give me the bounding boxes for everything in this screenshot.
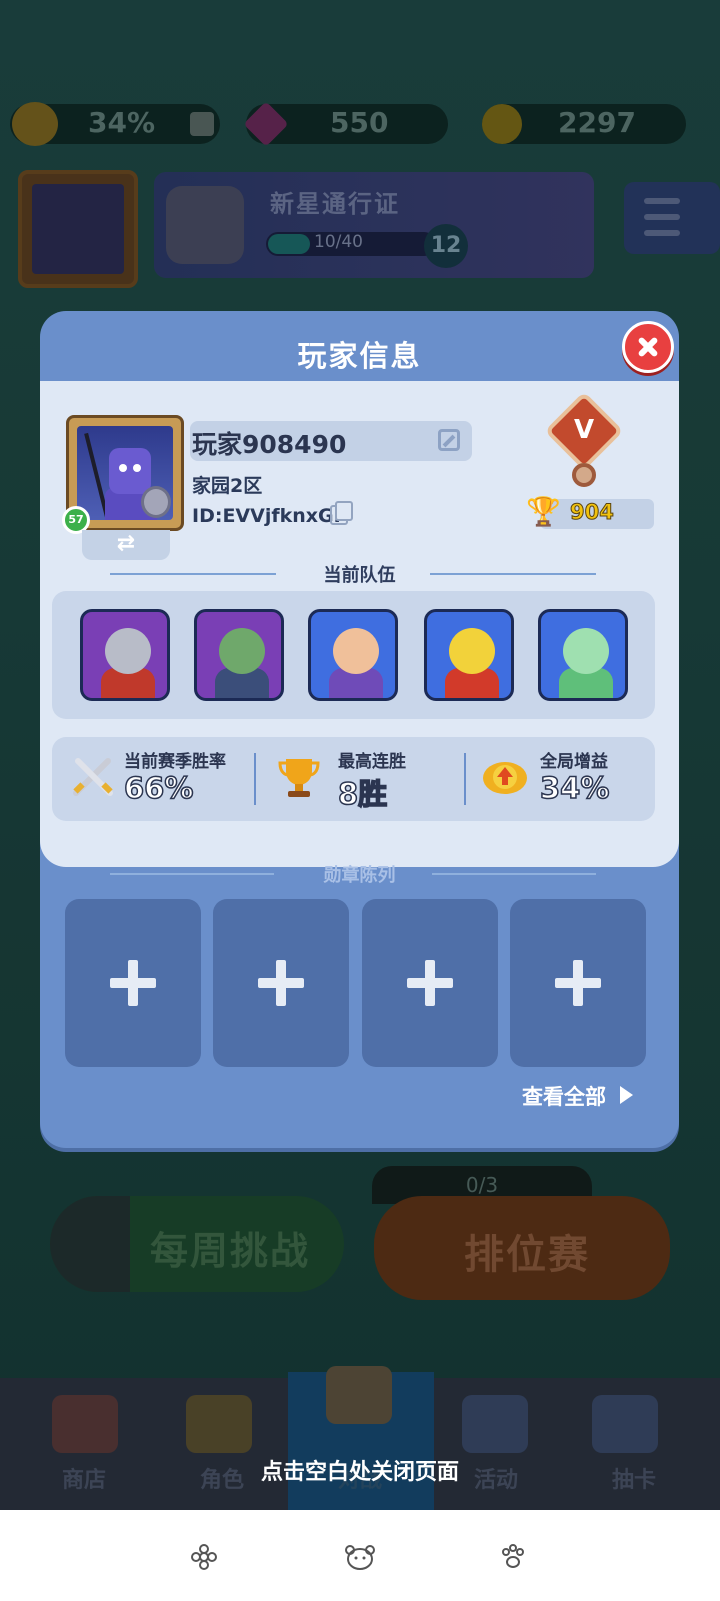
divider bbox=[430, 573, 596, 575]
plus-icon bbox=[258, 960, 304, 1006]
win-rate-value: 66% bbox=[123, 770, 194, 806]
system-nav-bar bbox=[0, 1510, 720, 1601]
arrow-right-icon[interactable] bbox=[620, 1086, 633, 1104]
hero-slot-4[interactable] bbox=[424, 609, 514, 701]
tap-to-close-hint: 点击空白处关闭页面 bbox=[260, 1460, 459, 1485]
plus-icon bbox=[555, 960, 601, 1006]
close-button[interactable] bbox=[622, 321, 674, 373]
player-info-dialog: 玩家信息 57 ⇄ 玩家908490 家园2区 ID:EVVjfknxGF V … bbox=[40, 311, 679, 1148]
max-streak-value: 8胜 bbox=[337, 776, 388, 812]
swords-icon bbox=[73, 758, 113, 796]
win-rate-label: 当前赛季胜率 bbox=[124, 752, 226, 772]
plus-icon bbox=[407, 960, 453, 1006]
medal-slot-2[interactable] bbox=[213, 899, 349, 1067]
edit-name-icon[interactable] bbox=[438, 429, 460, 451]
hero-slot-5[interactable] bbox=[538, 609, 628, 701]
flower-icon[interactable] bbox=[191, 1544, 217, 1570]
medal-slot-4[interactable] bbox=[510, 899, 646, 1067]
medal-slot-3[interactable] bbox=[362, 899, 498, 1067]
player-id: ID:EVVjfknxGF bbox=[192, 505, 347, 527]
bear-home-icon[interactable] bbox=[344, 1544, 376, 1570]
boost-icon bbox=[483, 762, 527, 794]
hero-slot-2[interactable] bbox=[194, 609, 284, 701]
hero-slot-1[interactable] bbox=[80, 609, 170, 701]
server-name: 家园2区 bbox=[192, 475, 263, 497]
dialog-title: 玩家信息 bbox=[297, 339, 422, 373]
player-info-panel: 57 ⇄ 玩家908490 家园2区 ID:EVVjfknxGF V 🏆 904… bbox=[40, 381, 679, 867]
trophy-icon: 🏆 bbox=[526, 495, 561, 528]
player-name: 玩家908490 bbox=[192, 430, 347, 459]
team-list bbox=[52, 591, 655, 719]
trophy-cup-icon bbox=[278, 759, 320, 797]
global-boost-value: 34% bbox=[539, 770, 610, 806]
max-streak-label: 最高连胜 bbox=[338, 752, 406, 772]
copy-id-icon[interactable] bbox=[330, 501, 353, 525]
rank-letter: V bbox=[573, 415, 595, 445]
robot-avatar-icon bbox=[109, 448, 151, 494]
view-all-link[interactable]: 查看全部 bbox=[522, 1081, 606, 1111]
player-name-bar: 玩家908490 bbox=[190, 421, 472, 461]
stats-panel: 当前赛季胜率 66% 最高连胜 8胜 全局增益 34% bbox=[52, 737, 655, 821]
hero-slot-3[interactable] bbox=[308, 609, 398, 701]
plus-icon bbox=[110, 960, 156, 1006]
global-boost-label: 全局增益 bbox=[540, 752, 608, 772]
paw-back-icon[interactable] bbox=[500, 1544, 526, 1570]
shield-icon bbox=[141, 486, 171, 518]
divider bbox=[432, 873, 596, 875]
medal-slot-1[interactable] bbox=[65, 899, 201, 1067]
rank-stand bbox=[572, 463, 596, 487]
swap-avatar-button[interactable]: ⇄ bbox=[82, 530, 170, 560]
trophy-count: 904 bbox=[570, 500, 615, 525]
